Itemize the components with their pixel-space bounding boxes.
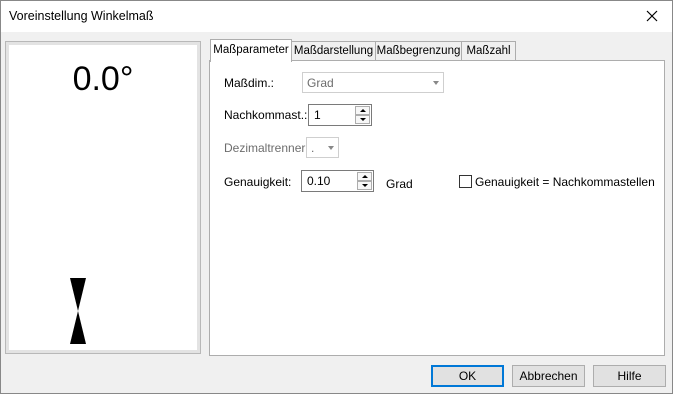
chevron-down-icon [328,146,334,150]
help-button[interactable]: Hilfe [593,365,666,387]
precision-unit: Grad [386,177,413,191]
stepper-buttons [355,106,370,124]
title-bar: Voreinstellung Winkelmaß [1,1,672,32]
precision-label: Genauigkeit: [224,175,292,189]
window-title: Voreinstellung Winkelmaß [9,9,154,23]
preview-canvas: 0.0° [9,45,197,350]
angle-preview-value: 0.0° [72,60,134,98]
dimension-label: Maßdim.: [224,76,275,90]
precision-checkbox[interactable] [459,175,472,188]
spin-down-button[interactable] [355,115,370,124]
tab-masszahl[interactable]: Maßzahl [461,41,516,61]
decimals-stepper[interactable]: 1 [308,104,372,126]
close-icon [646,10,658,22]
precision-stepper[interactable]: 0.10 [301,170,374,192]
spin-up-button[interactable] [357,172,372,181]
precision-checkbox-label: Genauigkeit = Nachkommastellen [475,175,655,189]
decimals-label: Nachkommast.: [224,108,308,122]
precision-value: 0.10 [307,174,331,188]
chevron-down-icon [433,81,439,85]
dialog-window: Voreinstellung Winkelmaß 0.0° Maßparamet… [0,0,673,394]
dimension-select[interactable]: Grad [302,72,444,93]
preview-frame: 0.0° [5,41,201,354]
cancel-button[interactable]: Abbrechen [512,365,585,387]
decimal-separator-value: . [311,141,315,155]
close-button[interactable] [632,1,672,32]
ok-button[interactable]: OK [431,365,504,387]
decimal-separator-label: Dezimaltrenner: [224,141,309,155]
decimals-value: 1 [314,108,321,122]
stepper-buttons [357,172,372,190]
spin-up-button[interactable] [355,106,370,115]
tab-massparameter[interactable]: Maßparameter [210,39,292,62]
decimal-separator-select[interactable]: . [306,137,339,158]
tab-massbegrenzung[interactable]: Maßbegrenzung [375,41,462,61]
tab-massdarstellung[interactable]: Maßdarstellung [291,41,376,61]
dimension-value: Grad [307,76,334,90]
spin-down-button[interactable] [357,181,372,190]
hourglass-marker-icon [70,278,86,344]
tab-panel: Maßdim.: Grad Nachkommast.: 1 Dezimaltre… [209,60,665,356]
